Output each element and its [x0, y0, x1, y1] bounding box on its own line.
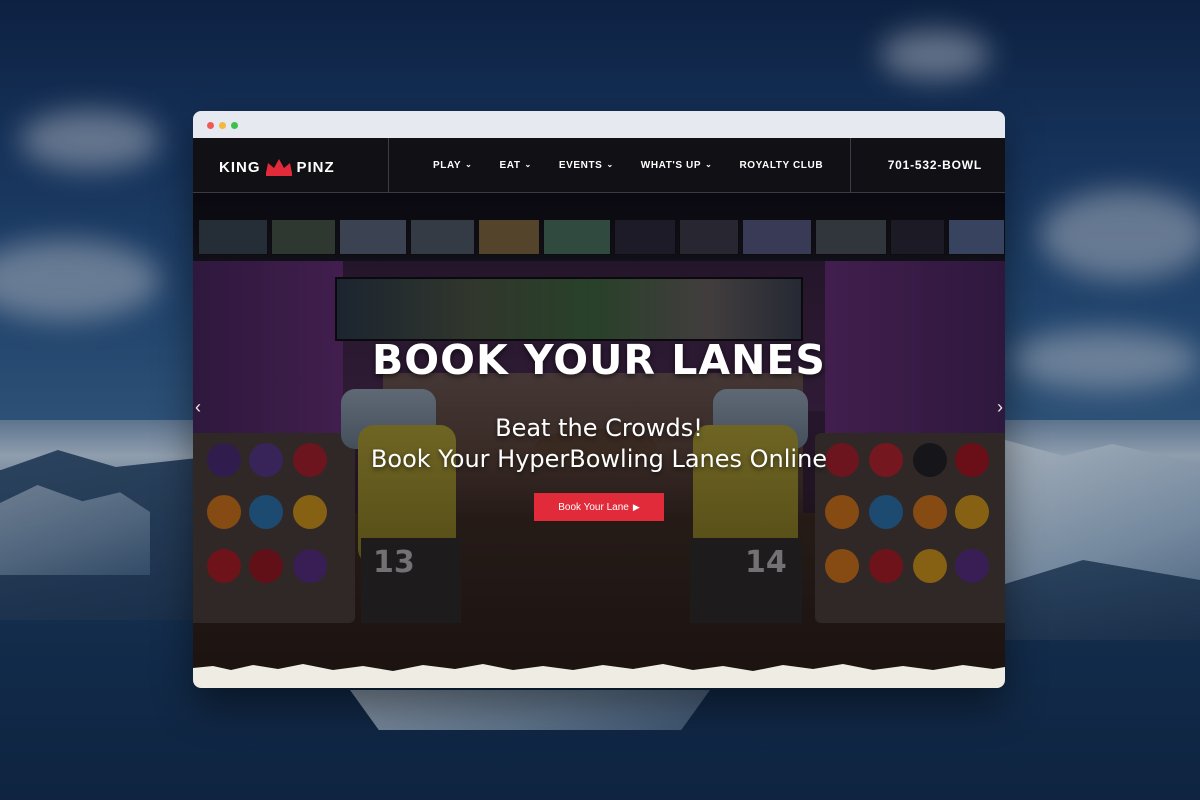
- chevron-down-icon: ⌄: [465, 160, 473, 169]
- book-your-lane-button[interactable]: Book Your Lane ▶: [534, 493, 664, 521]
- site-header: KING PINZ PLAY ⌄ EAT ⌄ EVENTS ⌄ WHAT'S U…: [193, 138, 1005, 193]
- nav-item-eat[interactable]: EAT ⌄: [499, 160, 531, 171]
- nav-item-events[interactable]: EVENTS ⌄: [559, 160, 614, 171]
- hero-subtitle-line1: Beat the Crowds!: [495, 414, 703, 442]
- hero-subtitle-line2: Book Your HyperBowling Lanes Online: [370, 445, 828, 473]
- torn-paper-edge: [193, 664, 1005, 688]
- book-button-label: Book Your Lane: [558, 501, 629, 513]
- browser-titlebar: [193, 111, 1005, 138]
- logo-text-right: PINZ: [296, 158, 335, 176]
- nav-item-whats-up[interactable]: WHAT'S UP ⌄: [641, 160, 713, 171]
- logo-text-left: KING: [219, 158, 261, 176]
- chevron-down-icon: ⌄: [606, 160, 614, 169]
- nav-item-label: EVENTS: [558, 160, 603, 171]
- window-minimize-button[interactable]: [219, 122, 226, 129]
- hero-subtitle: Beat the Crowds! Book Your HyperBowling …: [193, 413, 1005, 475]
- window-close-button[interactable]: [207, 122, 214, 129]
- nav-item-royalty-club[interactable]: ROYALTY CLUB: [739, 160, 823, 171]
- chevron-left-icon[interactable]: ‹: [195, 397, 201, 418]
- phone-link[interactable]: 701-532-BOWL: [888, 158, 982, 172]
- browser-window: KING PINZ PLAY ⌄ EAT ⌄ EVENTS ⌄ WHAT'S U…: [193, 111, 1005, 688]
- nav-item-label: WHAT'S UP: [640, 160, 702, 171]
- crown-icon: [265, 159, 292, 176]
- header-divider: [850, 138, 851, 193]
- play-circle-icon: ▶: [632, 501, 640, 512]
- nav-item-label: PLAY: [433, 160, 462, 171]
- window-maximize-button[interactable]: [231, 122, 238, 129]
- chevron-right-icon[interactable]: ›: [997, 397, 1003, 418]
- nav-item-play[interactable]: PLAY ⌄: [433, 160, 472, 171]
- nav-item-label: ROYALTY CLUB: [739, 160, 824, 171]
- header-divider: [388, 138, 389, 193]
- nav-item-label: EAT: [499, 160, 521, 171]
- hero-title: BOOK YOUR LANES: [372, 336, 826, 384]
- site-logo[interactable]: KING PINZ: [219, 157, 335, 177]
- chevron-down-icon: ⌄: [705, 160, 713, 169]
- main-nav: PLAY ⌄ EAT ⌄ EVENTS ⌄ WHAT'S UP ⌄ ROYALT…: [433, 138, 850, 193]
- hero-slider: 13 14 BOOK YOUR LANES Beat the Crowds! B…: [193, 193, 1005, 688]
- chevron-down-icon: ⌄: [524, 160, 532, 169]
